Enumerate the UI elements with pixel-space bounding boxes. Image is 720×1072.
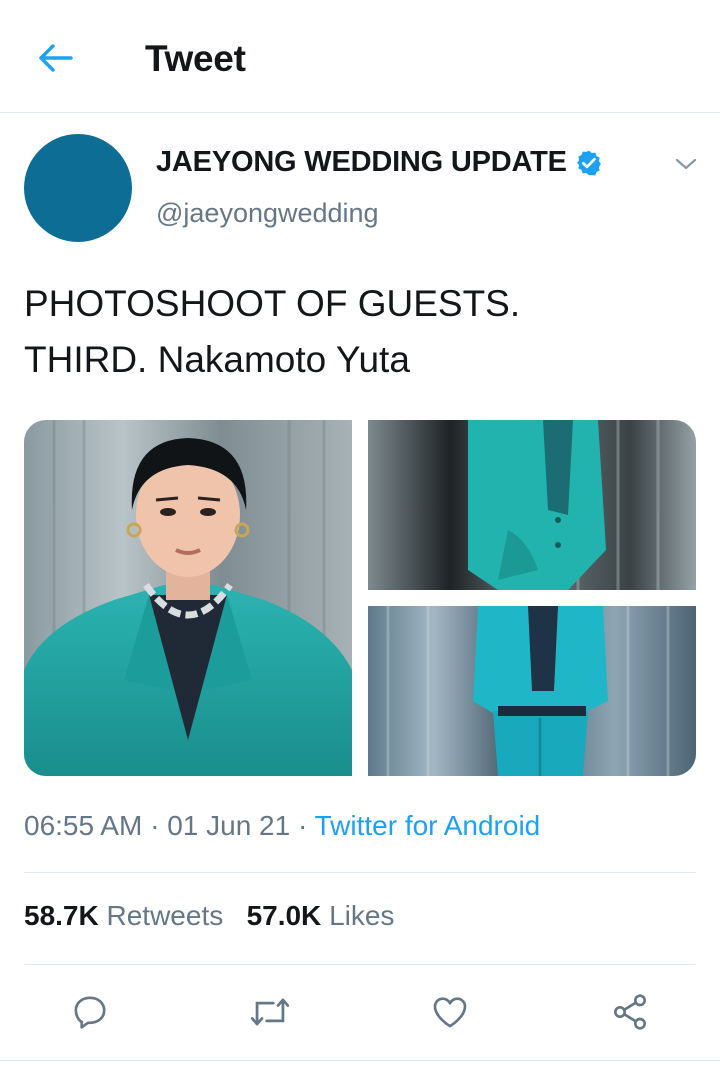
photo-suit-full-image: [368, 606, 696, 776]
page-title: Tweet: [145, 38, 246, 79]
tweet-text-line: PHOTOSHOOT OF GUESTS.: [24, 283, 521, 324]
reply-icon: [74, 996, 106, 1029]
share-button[interactable]: [604, 986, 656, 1038]
tweet-text: PHOTOSHOOT OF GUESTS. THIRD. Nakamoto Yu…: [24, 276, 694, 388]
arrow-left-icon: [39, 44, 73, 72]
retweet-button[interactable]: [244, 986, 296, 1038]
likes-label: Likes: [329, 900, 395, 931]
tweet-meta: 06:55 AM · 01 Jun 21 · Twitter for Andro…: [24, 810, 540, 842]
tweet-options-button[interactable]: [670, 150, 702, 178]
like-icon: [433, 997, 467, 1028]
divider: [24, 872, 696, 873]
avatar[interactable]: [24, 134, 132, 242]
display-name-text: JAEYONG WEDDING UPDATE: [156, 146, 567, 178]
meta-separator: ·: [297, 810, 308, 841]
likes-stat[interactable]: 57.0K Likes: [247, 900, 395, 931]
likes-count: 57.0K: [246, 900, 322, 931]
photo-suit-detail-image: [368, 420, 696, 590]
reply-button[interactable]: [64, 986, 116, 1038]
photo-suit-detail[interactable]: [368, 420, 696, 590]
divider: [0, 1060, 720, 1061]
tweet-stats: 58.7K Retweets 57.0K Likes: [24, 900, 394, 932]
retweets-label: Retweets: [106, 900, 224, 931]
retweet-icon: [250, 998, 290, 1026]
app-header: Tweet: [0, 0, 720, 113]
tweet-source-link[interactable]: Twitter for Android: [315, 810, 541, 841]
author-handle[interactable]: @jaeyongwedding: [156, 198, 379, 229]
author-name[interactable]: JAEYONG WEDDING UPDATE: [156, 146, 603, 179]
meta-separator: ·: [150, 810, 160, 841]
tweet-time: 06:55 AM: [24, 810, 143, 841]
media-grid: [24, 420, 696, 776]
tweet-text-line: THIRD. Nakamoto Yuta: [24, 339, 410, 380]
action-bar: [0, 986, 720, 1038]
chevron-down-icon: [675, 158, 697, 170]
tweet-date: 01 Jun 21: [167, 810, 291, 841]
verified-badge-icon: [576, 150, 601, 175]
photo-suit-full[interactable]: [368, 606, 696, 776]
divider: [24, 964, 696, 965]
photo-portrait[interactable]: [24, 420, 352, 776]
share-icon: [614, 994, 646, 1030]
retweets-count: 58.7K: [24, 900, 99, 931]
retweets-stat[interactable]: 58.7K Retweets: [24, 900, 223, 931]
photo-portrait-image: [24, 420, 352, 776]
like-button[interactable]: [424, 986, 476, 1038]
back-button[interactable]: [34, 38, 76, 78]
